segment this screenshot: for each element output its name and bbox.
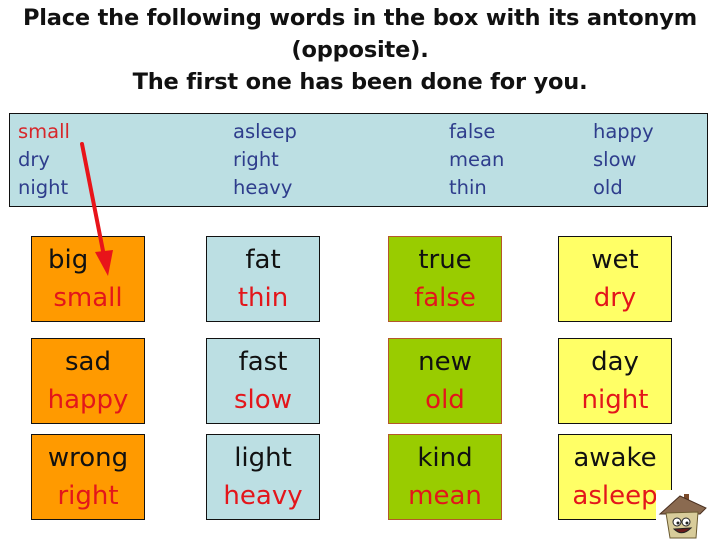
- answer-word: mean: [408, 481, 482, 511]
- answer-word: heavy: [223, 481, 303, 511]
- answer-word: right: [57, 481, 119, 511]
- antonym-box-kind[interactable]: kind mean: [388, 434, 502, 520]
- prompt-word: kind: [417, 443, 473, 473]
- answer-word: happy: [47, 385, 129, 415]
- answer-word: thin: [237, 283, 289, 313]
- word-bank-column-4: happy slow old: [593, 118, 654, 202]
- word-bank-column-2: asleep right heavy: [233, 118, 297, 202]
- antonym-box-awake[interactable]: awake asleep: [558, 434, 672, 520]
- word-bank-word[interactable]: mean: [449, 146, 504, 174]
- word-bank-word[interactable]: false: [449, 118, 504, 146]
- antonym-box-fast[interactable]: fast slow: [206, 338, 320, 424]
- word-bank-word[interactable]: thin: [449, 174, 504, 202]
- antonym-box-fat[interactable]: fat thin: [206, 236, 320, 322]
- word-bank-word[interactable]: dry: [18, 146, 70, 174]
- word-bank-word[interactable]: happy: [593, 118, 654, 146]
- answer-word: night: [581, 385, 649, 415]
- antonym-box-new[interactable]: new old: [388, 338, 502, 424]
- antonym-box-sad[interactable]: sad happy: [31, 338, 145, 424]
- prompt-word: awake: [573, 443, 657, 473]
- instructions-line-2: (opposite).: [291, 37, 429, 63]
- antonym-box-big[interactable]: big small: [31, 236, 145, 322]
- answer-word: asleep: [572, 481, 658, 511]
- prompt-word: wet: [591, 245, 639, 275]
- antonym-box-wrong[interactable]: wrong right: [31, 434, 145, 520]
- instructions-line-3: The first one has been done for you.: [132, 69, 588, 95]
- word-bank-word[interactable]: heavy: [233, 174, 297, 202]
- instructions-line-1: Place the following words in the box wit…: [22, 5, 698, 31]
- answer-word: false: [414, 283, 476, 313]
- house-mascot-icon: [656, 490, 712, 540]
- word-bank-word[interactable]: small: [18, 118, 70, 146]
- antonym-box-wet[interactable]: wet dry: [558, 236, 672, 322]
- prompt-word: new: [418, 347, 472, 377]
- prompt-word: true: [418, 245, 472, 275]
- prompt-word: sad: [65, 347, 111, 377]
- prompt-word: light: [234, 443, 292, 473]
- instructions: Place the following words in the box wit…: [0, 2, 720, 98]
- word-bank-word[interactable]: night: [18, 174, 70, 202]
- prompt-word: fat: [245, 245, 281, 275]
- word-bank-word[interactable]: asleep: [233, 118, 297, 146]
- prompt-word: big: [48, 245, 89, 275]
- answer-word: small: [53, 283, 123, 313]
- word-bank-column-3: false mean thin: [449, 118, 504, 202]
- word-bank-column-1: small dry night: [18, 118, 70, 202]
- antonym-box-day[interactable]: day night: [558, 338, 672, 424]
- word-bank-word[interactable]: slow: [593, 146, 654, 174]
- word-bank-word[interactable]: right: [233, 146, 297, 174]
- word-bank: small dry night asleep right heavy false…: [9, 113, 708, 207]
- antonym-box-true[interactable]: true false: [388, 236, 502, 322]
- word-bank-word[interactable]: old: [593, 174, 654, 202]
- answer-word: slow: [234, 385, 292, 415]
- prompt-word: wrong: [47, 443, 129, 473]
- answer-word: old: [425, 385, 465, 415]
- answer-word: dry: [593, 283, 637, 313]
- prompt-word: day: [591, 347, 639, 377]
- antonym-box-light[interactable]: light heavy: [206, 434, 320, 520]
- prompt-word: fast: [238, 347, 288, 377]
